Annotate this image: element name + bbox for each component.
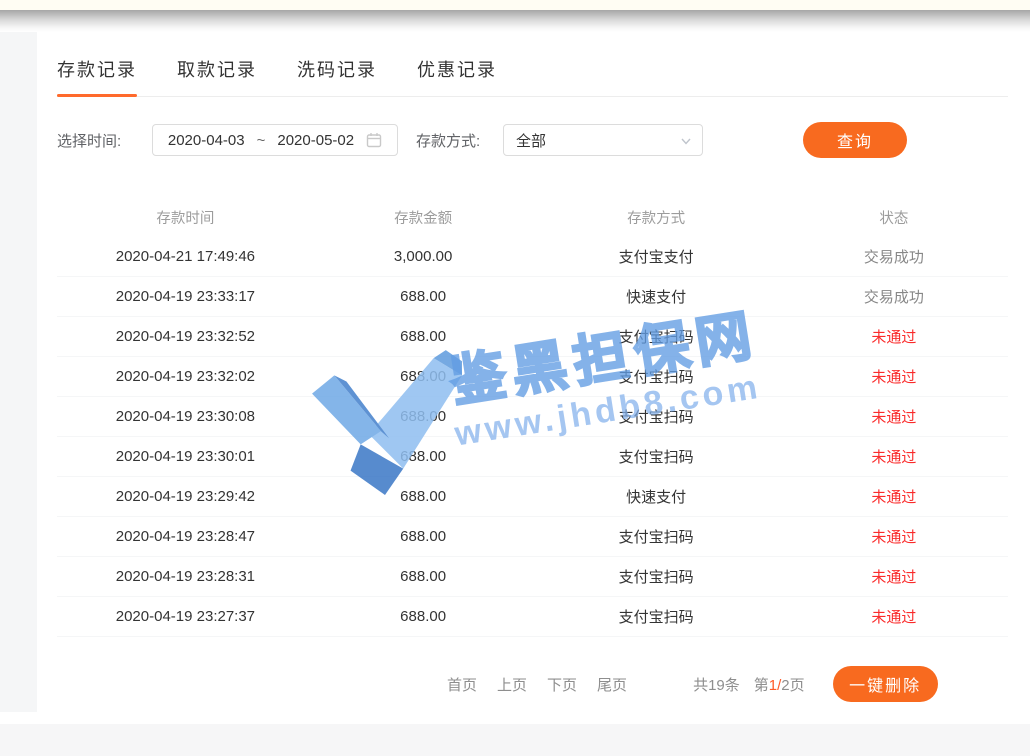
- cell-deposit-amount: 688.00: [314, 328, 533, 345]
- table-row: 2020-04-19 23:28:47 688.00 支付宝扫码 未通过: [57, 517, 1008, 557]
- header-status: 状态: [780, 207, 1008, 228]
- table-row: 2020-04-19 23:28:31 688.00 支付宝扫码 未通过: [57, 557, 1008, 597]
- cell-status: 未通过: [780, 486, 1008, 507]
- cell-deposit-time: 2020-04-21 17:49:46: [57, 248, 314, 265]
- total-count-label: 共19条: [693, 674, 740, 695]
- delete-all-button[interactable]: 一键删除: [833, 666, 938, 702]
- calendar-icon: [366, 132, 382, 148]
- cell-deposit-time: 2020-04-19 23:28:47: [57, 528, 314, 545]
- cell-deposit-amount: 3,000.00: [314, 248, 533, 265]
- cell-deposit-time: 2020-04-19 23:30:08: [57, 408, 314, 425]
- cell-deposit-time: 2020-04-19 23:32:52: [57, 328, 314, 345]
- table-row: 2020-04-19 23:30:01 688.00 支付宝扫码 未通过: [57, 437, 1008, 477]
- cell-deposit-amount: 688.00: [314, 448, 533, 465]
- filter-bar: 选择时间: 2020-04-03 ~ 2020-05-02 存款方式: 全部 查…: [57, 122, 1008, 158]
- page-indicator: 第1/2页: [754, 674, 805, 695]
- table-header-row: 存款时间 存款金额 存款方式 状态: [57, 197, 1008, 237]
- method-filter-label: 存款方式:: [416, 130, 503, 151]
- active-tab-underline: [57, 94, 137, 97]
- deposit-method-selected-value: 全部: [516, 130, 546, 151]
- cell-deposit-method: 支付宝扫码: [532, 366, 779, 387]
- table-row: 2020-04-19 23:32:02 688.00 支付宝扫码 未通过: [57, 357, 1008, 397]
- tab-promo-records[interactable]: 优惠记录: [417, 56, 497, 82]
- cell-deposit-method: 支付宝支付: [532, 246, 779, 267]
- cell-status: 未通过: [780, 526, 1008, 547]
- cell-deposit-amount: 688.00: [314, 528, 533, 545]
- current-page-number: 1/: [769, 677, 782, 694]
- deposit-method-select[interactable]: 全部: [503, 124, 703, 156]
- cell-deposit-time: 2020-04-19 23:29:42: [57, 488, 314, 505]
- cell-deposit-method: 快速支付: [532, 486, 779, 507]
- cell-deposit-method: 支付宝扫码: [532, 406, 779, 427]
- next-page-link[interactable]: 下页: [547, 674, 577, 695]
- cell-status: 未通过: [780, 326, 1008, 347]
- header-deposit-amount: 存款金额: [314, 207, 533, 228]
- time-filter-label: 选择时间:: [57, 130, 152, 151]
- cell-deposit-time: 2020-04-19 23:32:02: [57, 368, 314, 385]
- pagination-bar: 首页 上页 下页 尾页 共19条 第1/2页 一键删除: [57, 664, 1008, 704]
- prev-page-link[interactable]: 上页: [497, 674, 527, 695]
- table-row: 2020-04-19 23:29:42 688.00 快速支付 未通过: [57, 477, 1008, 517]
- table-row: 2020-04-19 23:33:17 688.00 快速支付 交易成功: [57, 277, 1008, 317]
- cell-deposit-time: 2020-04-19 23:27:37: [57, 608, 314, 625]
- top-shadow-band: [0, 10, 1030, 32]
- cell-status: 交易成功: [780, 246, 1008, 267]
- cell-deposit-method: 支付宝扫码: [532, 606, 779, 627]
- header-deposit-time: 存款时间: [57, 207, 314, 228]
- date-end-value: 2020-05-02: [277, 132, 354, 149]
- cell-deposit-time: 2020-04-19 23:28:31: [57, 568, 314, 585]
- date-start-value: 2020-04-03: [168, 132, 245, 149]
- cell-status: 未通过: [780, 366, 1008, 387]
- cell-deposit-method: 支付宝扫码: [532, 566, 779, 587]
- cell-status: 未通过: [780, 606, 1008, 627]
- top-cream-strip: [0, 0, 1030, 10]
- left-gray-rail: [0, 32, 37, 712]
- first-page-link[interactable]: 首页: [447, 674, 477, 695]
- record-tabs: 存款记录 取款记录 洗码记录 优惠记录: [57, 56, 497, 82]
- date-separator: ~: [257, 132, 266, 149]
- cell-deposit-amount: 688.00: [314, 368, 533, 385]
- cell-deposit-amount: 688.00: [314, 568, 533, 585]
- cell-status: 未通过: [780, 446, 1008, 467]
- cell-deposit-amount: 688.00: [314, 288, 533, 305]
- header-deposit-method: 存款方式: [532, 207, 779, 228]
- tabs-divider: [57, 96, 1008, 97]
- table-row: 2020-04-19 23:27:37 688.00 支付宝扫码 未通过: [57, 597, 1008, 637]
- last-page-link[interactable]: 尾页: [597, 674, 627, 695]
- cell-deposit-method: 支付宝扫码: [532, 326, 779, 347]
- query-button[interactable]: 查询: [803, 122, 907, 158]
- table-row: 2020-04-19 23:30:08 688.00 支付宝扫码 未通过: [57, 397, 1008, 437]
- cell-deposit-amount: 688.00: [314, 408, 533, 425]
- bottom-gray-rail: [0, 724, 1030, 756]
- date-range-picker[interactable]: 2020-04-03 ~ 2020-05-02: [152, 124, 398, 156]
- cell-deposit-method: 快速支付: [532, 286, 779, 307]
- tab-rebate-records[interactable]: 洗码记录: [297, 56, 377, 82]
- tab-withdraw-records[interactable]: 取款记录: [177, 56, 257, 82]
- cell-deposit-amount: 688.00: [314, 608, 533, 625]
- tab-deposit-records[interactable]: 存款记录: [57, 56, 137, 82]
- cell-deposit-method: 支付宝扫码: [532, 526, 779, 547]
- cell-status: 未通过: [780, 566, 1008, 587]
- table-body: 2020-04-21 17:49:46 3,000.00 支付宝支付 交易成功 …: [57, 237, 1008, 637]
- cell-status: 未通过: [780, 406, 1008, 427]
- cell-deposit-amount: 688.00: [314, 488, 533, 505]
- table-row: 2020-04-19 23:32:52 688.00 支付宝扫码 未通过: [57, 317, 1008, 357]
- chevron-down-icon: [680, 135, 692, 147]
- cell-deposit-time: 2020-04-19 23:30:01: [57, 448, 314, 465]
- cell-status: 交易成功: [780, 286, 1008, 307]
- cell-deposit-time: 2020-04-19 23:33:17: [57, 288, 314, 305]
- cell-deposit-method: 支付宝扫码: [532, 446, 779, 467]
- table-row: 2020-04-21 17:49:46 3,000.00 支付宝支付 交易成功: [57, 237, 1008, 277]
